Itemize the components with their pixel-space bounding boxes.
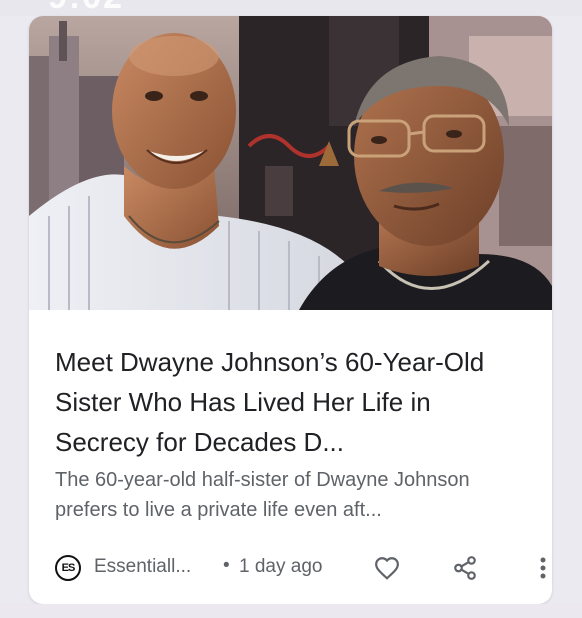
article-headline[interactable]: Meet Dwayne Johnson’s 60-Year-Old Sister… bbox=[55, 342, 525, 462]
share-icon bbox=[454, 556, 476, 580]
next-card-peek bbox=[0, 604, 582, 618]
share-button[interactable] bbox=[449, 552, 481, 584]
article-image[interactable] bbox=[29, 16, 552, 310]
article-snippet[interactable]: The 60-year-old half-sister of Dwayne Jo… bbox=[55, 465, 531, 525]
status-clock-fragment: 9:02 bbox=[48, 0, 124, 17]
article-footer: ES Essentiall... • 1 day ago bbox=[55, 552, 546, 584]
heart-icon bbox=[375, 557, 399, 580]
source-name[interactable]: Essentiall... bbox=[94, 556, 191, 578]
source-logo[interactable]: ES bbox=[55, 555, 81, 581]
more-vert-icon bbox=[540, 557, 546, 579]
separator-dot: • bbox=[223, 555, 230, 576]
more-options-button[interactable] bbox=[527, 552, 552, 584]
publish-time: 1 day ago bbox=[239, 556, 323, 577]
like-button[interactable] bbox=[371, 552, 403, 584]
news-card[interactable]: Meet Dwayne Johnson’s 60-Year-Old Sister… bbox=[29, 16, 552, 604]
status-bar-fragment: 9:02 bbox=[0, 0, 582, 16]
